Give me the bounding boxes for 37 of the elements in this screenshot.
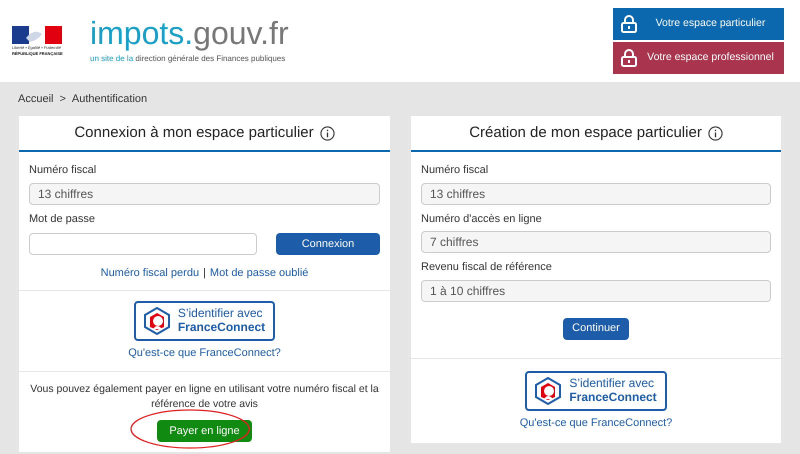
space-button[interactable]: Votre espace professionnel	[613, 42, 784, 74]
field-label: Numéro fiscal	[421, 163, 490, 178]
lock-icon	[621, 49, 637, 67]
flag-logo-icon	[12, 26, 62, 44]
pay-online-button[interactable]: Payer en ligne	[157, 420, 252, 442]
help-link[interactable]: Qu'est-ce que FranceConnect?	[520, 414, 672, 431]
space-button[interactable]: Votre espace particulier	[613, 8, 784, 40]
card-title: Connexion à mon espace particulier	[74, 122, 314, 143]
info-icon[interactable]	[708, 126, 723, 140]
input-field[interactable]: 13 chiffres	[29, 182, 380, 204]
input-field[interactable]: 7 chiffres	[421, 231, 771, 253]
forgot-password-link[interactable]: Mot de passe oublié	[210, 265, 308, 282]
pay-online-text: Vous pouvez également payer en ligne en utilisant votre numéro fiscal et la référence de votre avis	[29, 382, 380, 412]
franceconnect-logo-icon	[535, 376, 562, 404]
connexion-button[interactable]: Connexion	[276, 233, 380, 255]
input-field[interactable]: 13 chiffres	[421, 182, 771, 204]
franceconnect-logo-icon	[144, 306, 170, 334]
franceconnect-button[interactable]: S’identifier avec FranceConnect	[525, 370, 667, 410]
card-title: Création de mon espace particulier	[469, 122, 702, 143]
help-link[interactable]: Qu'est-ce que FranceConnect?	[128, 344, 281, 361]
field-label: Mot de passe	[29, 212, 96, 226]
continue-button[interactable]: Continuer	[563, 318, 629, 340]
lock-icon	[621, 15, 637, 33]
input-field[interactable]: 1 à 10 chiffres	[421, 280, 771, 302]
field-label: Numéro fiscal	[29, 163, 98, 178]
field-label: Numéro d'accès en ligne	[421, 212, 543, 226]
lost-number-link[interactable]: Numéro fiscal perdu	[100, 265, 200, 282]
password-field[interactable]	[29, 233, 257, 255]
link-separator: |	[203, 266, 206, 281]
breadcrumb-current: Authentification	[72, 92, 148, 107]
field-label: Revenu fiscal de référence	[421, 260, 553, 275]
site-tagline: un site de la direction générale des Finances publiques	[90, 53, 286, 65]
site-logo[interactable]: impots.gouv.fr	[90, 17, 289, 49]
franceconnect-button[interactable]: S’identifier avec FranceConnect	[134, 300, 276, 340]
breadcrumb-link[interactable]: Accueil	[18, 90, 54, 108]
info-icon[interactable]	[320, 126, 335, 140]
breadcrumb-separator: >	[59, 92, 66, 107]
